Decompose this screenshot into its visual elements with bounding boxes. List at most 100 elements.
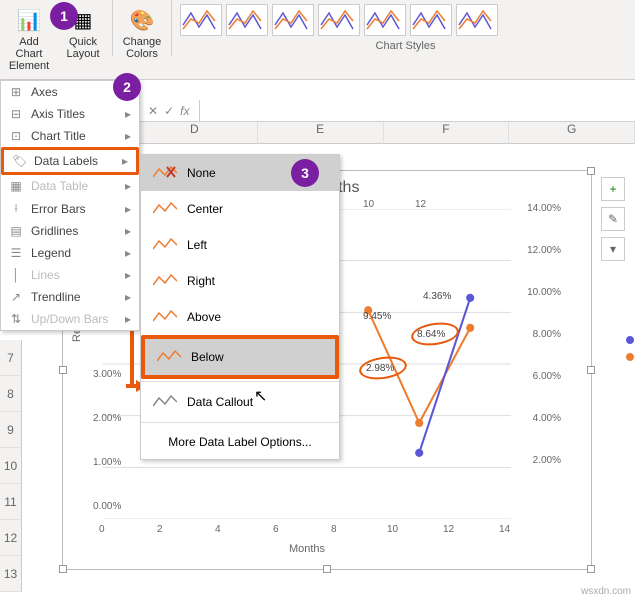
- y-tick-r: 10.00%: [527, 287, 561, 298]
- chart-title-icon: ⊡: [9, 129, 23, 143]
- submenu-item-more-options[interactable]: More Data Label Options...: [141, 425, 339, 459]
- x-tick: 4: [215, 524, 221, 535]
- watermark: wsxdn.com: [581, 586, 631, 597]
- data-table-icon: ▦: [9, 179, 23, 193]
- submenu-label: None: [187, 166, 216, 180]
- left-icon: [153, 237, 177, 253]
- chart-style-thumb[interactable]: [456, 4, 498, 36]
- y-tick-l: 3.00%: [93, 369, 121, 380]
- updown-icon: ⇅: [9, 312, 23, 326]
- fx-label: fx: [180, 104, 189, 118]
- submenu-label: Center: [187, 202, 223, 216]
- chart-style-thumb[interactable]: [410, 4, 452, 36]
- submenu-item-center[interactable]: Center: [141, 191, 339, 227]
- menu-item-trendline[interactable]: ↗Trendline▸: [1, 286, 139, 308]
- chart-brush-button[interactable]: ✎: [601, 207, 625, 231]
- data-labels-submenu: None Center Left Right Above Below 3 Dat…: [140, 154, 340, 460]
- col-header[interactable]: D: [132, 122, 258, 144]
- x-tick: 12: [443, 524, 454, 535]
- submenu-item-above[interactable]: Above: [141, 299, 339, 335]
- change-colors-button[interactable]: 🎨 Change Colors: [117, 0, 167, 79]
- data-label: 9.45%: [363, 311, 391, 322]
- chart-filter-button[interactable]: ▾: [601, 237, 625, 261]
- below-icon: [157, 349, 181, 365]
- right-icon: [153, 273, 177, 289]
- add-chart-element-label: Add Chart Element: [6, 36, 52, 72]
- menu-item-lines: │Lines▸: [1, 264, 139, 286]
- y-tick-l: 0.00%: [93, 501, 121, 512]
- axis-titles-icon: ⊟: [9, 107, 23, 121]
- row-header[interactable]: 11: [0, 484, 22, 520]
- callout-icon: [153, 394, 177, 410]
- legend-item: 2022: [626, 350, 635, 364]
- y-tick-r: 6.00%: [533, 371, 561, 382]
- submenu-item-right[interactable]: Right: [141, 263, 339, 299]
- badge-1: 1: [50, 2, 78, 30]
- change-colors-icon: 🎨: [126, 4, 158, 36]
- y-tick-r: 12.00%: [527, 245, 561, 256]
- badge-3: 3: [291, 159, 319, 187]
- y-tick-l: 1.00%: [93, 457, 121, 468]
- add-chart-element-button[interactable]: 📊 Add Chart Element 1: [0, 0, 58, 79]
- x-tick: 2: [157, 524, 163, 535]
- menu-item-chart-title[interactable]: ⊡Chart Title▸: [1, 125, 139, 147]
- x-tick: 6: [273, 524, 279, 535]
- col-header[interactable]: G: [509, 122, 635, 144]
- row-headers: 7 8 9 10 11 12 13: [0, 340, 22, 592]
- legend-marker: [626, 353, 634, 361]
- quick-layout-label: Quick Layout: [64, 36, 102, 60]
- submenu-label: Left: [187, 238, 207, 252]
- data-labels-icon: 🏷: [12, 154, 26, 168]
- submenu-label: More Data Label Options...: [168, 435, 311, 449]
- submenu-item-below[interactable]: Below 3: [141, 335, 339, 379]
- data-label: 4.36%: [423, 291, 451, 302]
- submenu-label: Above: [187, 310, 221, 324]
- submenu-item-data-callout[interactable]: Data Callout: [141, 384, 339, 420]
- submenu-item-left[interactable]: Left: [141, 227, 339, 263]
- error-bars-icon: ⟊: [9, 201, 23, 216]
- row-header[interactable]: 10: [0, 448, 22, 484]
- center-icon: [153, 201, 177, 217]
- legend-icon: ☰: [9, 246, 23, 260]
- row-header[interactable]: 9: [0, 412, 22, 448]
- none-icon: [153, 165, 177, 181]
- chart-style-thumb[interactable]: [364, 4, 406, 36]
- row-header[interactable]: 7: [0, 340, 22, 376]
- menu-item-data-labels[interactable]: 🏷Data Labels▸ 2: [1, 147, 139, 175]
- chart-styles-label: Chart Styles: [176, 40, 635, 79]
- x-tick: 8: [331, 524, 337, 535]
- trendline-icon: ↗: [9, 290, 23, 304]
- legend-marker: [626, 336, 634, 344]
- gridlines-icon: ▤: [9, 224, 23, 238]
- chart-plus-button[interactable]: +: [601, 177, 625, 201]
- menu-item-error-bars[interactable]: ⟊Error Bars▸: [1, 197, 139, 220]
- col-header[interactable]: E: [258, 122, 384, 144]
- badge-2: 2: [113, 73, 141, 101]
- chart-legend[interactable]: 2021 2022: [626, 330, 635, 367]
- fx-cancel-icon[interactable]: ✕: [148, 104, 158, 118]
- chart-style-thumb[interactable]: [226, 4, 268, 36]
- fx-check-icon[interactable]: ✓: [164, 104, 174, 118]
- submenu-label: Data Callout: [187, 395, 253, 409]
- chart-element-icon: 📊: [13, 4, 45, 36]
- axes-icon: ⊞: [9, 85, 23, 99]
- chart-style-thumb[interactable]: [318, 4, 360, 36]
- menu-item-axis-titles[interactable]: ⊟Axis Titles▸: [1, 103, 139, 125]
- add-chart-element-menu: ⊞Axes▸ ⊟Axis Titles▸ ⊡Chart Title▸ 🏷Data…: [0, 80, 140, 331]
- change-colors-label: Change Colors: [123, 36, 162, 60]
- menu-item-legend[interactable]: ☰Legend▸: [1, 242, 139, 264]
- submenu-label: Below: [191, 350, 224, 364]
- menu-item-gridlines[interactable]: ▤Gridlines▸: [1, 220, 139, 242]
- y-tick-r: 2.00%: [533, 455, 561, 466]
- y-tick-r: 4.00%: [533, 413, 561, 424]
- chart-style-thumb[interactable]: [180, 4, 222, 36]
- y-tick-r: 8.00%: [533, 329, 561, 340]
- y-tick-r: 14.00%: [527, 203, 561, 214]
- col-header[interactable]: F: [384, 122, 510, 144]
- row-header[interactable]: 12: [0, 520, 22, 556]
- chart-style-thumb[interactable]: [272, 4, 314, 36]
- chart-style-gallery[interactable]: [176, 0, 635, 40]
- formula-input[interactable]: [199, 100, 627, 121]
- row-header[interactable]: 13: [0, 556, 22, 592]
- row-header[interactable]: 8: [0, 376, 22, 412]
